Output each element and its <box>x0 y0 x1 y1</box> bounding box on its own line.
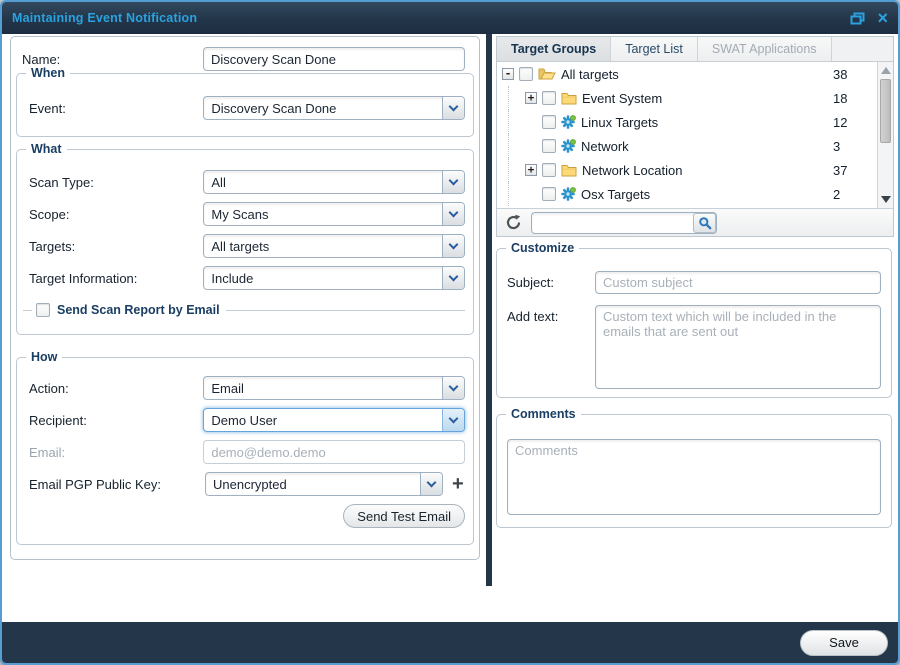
what-legend: What <box>26 142 67 156</box>
subject-label: Subject: <box>507 271 595 294</box>
recipient-label: Recipient: <box>29 413 203 428</box>
comments-legend: Comments <box>506 407 581 421</box>
when-fieldset: When Event: Discovery Scan Done <box>16 73 474 137</box>
folder-open-icon <box>538 67 556 81</box>
gear-icon <box>561 139 576 154</box>
expand-icon[interactable]: + <box>525 164 537 176</box>
how-fieldset: How Action: Email Recipient: Demo User <box>16 357 474 545</box>
targets-label: Targets: <box>29 239 203 254</box>
scroll-up-icon[interactable] <box>881 67 891 74</box>
customize-legend: Customize <box>506 241 579 255</box>
chevron-down-icon <box>442 377 464 399</box>
dialog-window: Maintaining Event Notification × Name: W… <box>0 0 900 665</box>
send-test-email-button[interactable]: Send Test Email <box>343 504 465 528</box>
chevron-down-icon <box>442 97 464 119</box>
tree-scrollbar[interactable] <box>877 62 893 208</box>
tree-item-linux-targets[interactable]: Linux Targets 12 <box>497 110 893 134</box>
tree-checkbox[interactable] <box>542 115 556 129</box>
expand-icon[interactable]: + <box>525 92 537 104</box>
tree-checkbox[interactable] <box>542 139 556 153</box>
send-report-row: Send Scan Report by Email <box>23 300 465 320</box>
tab-swat-applications: SWAT Applications <box>698 37 832 61</box>
tab-target-groups[interactable]: Target Groups <box>497 37 611 61</box>
send-report-checkbox[interactable] <box>36 303 50 317</box>
customize-fieldset: Customize Subject: Add text: <box>496 248 892 398</box>
add-pgp-key-button[interactable]: + <box>452 475 464 493</box>
tab-target-list[interactable]: Target List <box>611 37 698 61</box>
scan-type-select[interactable]: All <box>203 170 465 194</box>
tree-item-all-targets[interactable]: - All targets 38 <box>497 62 893 86</box>
right-panel: Target Groups Target List SWAT Applicati… <box>496 36 894 622</box>
chevron-down-icon <box>442 203 464 225</box>
folder-icon <box>561 92 577 105</box>
left-form-panel: Name: When Event: Discovery Scan Done Wh… <box>10 36 480 560</box>
scrollbar-thumb[interactable] <box>880 79 891 143</box>
email-label: Email: <box>29 445 203 460</box>
chevron-down-icon <box>420 473 442 495</box>
dialog-body: Name: When Event: Discovery Scan Done Wh… <box>2 34 898 622</box>
chevron-down-icon <box>442 267 464 289</box>
target-tabs: Target Groups Target List SWAT Applicati… <box>497 37 893 62</box>
tree-checkbox[interactable] <box>542 163 556 177</box>
restore-icon[interactable] <box>850 12 865 25</box>
comments-fieldset: Comments <box>496 414 892 528</box>
how-legend: How <box>26 350 62 364</box>
target-information-label: Target Information: <box>29 271 203 286</box>
recipient-select[interactable]: Demo User <box>203 408 465 432</box>
gear-icon <box>561 187 576 202</box>
tree-item-osx-targets[interactable]: Osx Targets 2 <box>497 182 893 206</box>
event-select[interactable]: Discovery Scan Done <box>203 96 465 120</box>
folder-icon <box>561 164 577 177</box>
save-button[interactable]: Save <box>800 630 888 656</box>
target-information-select[interactable]: Include <box>203 266 465 290</box>
tree-item-event-system[interactable]: + Event System 18 <box>497 86 893 110</box>
add-text-textarea[interactable] <box>595 305 881 389</box>
refresh-icon[interactable] <box>503 213 523 233</box>
search-icon[interactable] <box>693 213 716 233</box>
tree-item-network[interactable]: Network 3 <box>497 134 893 158</box>
comments-textarea[interactable] <box>507 439 881 515</box>
scope-label: Scope: <box>29 207 203 222</box>
pgp-key-select[interactable]: Unencrypted <box>205 472 443 496</box>
subject-input[interactable] <box>595 271 881 294</box>
chevron-down-icon <box>442 171 464 193</box>
dialog-title: Maintaining Event Notification <box>12 11 838 25</box>
title-bar: Maintaining Event Notification × <box>2 2 898 34</box>
search-input[interactable] <box>531 212 717 234</box>
target-groups-tree: - All targets 38 + <box>497 62 893 208</box>
action-select[interactable]: Email <box>203 376 465 400</box>
target-tab-panel: Target Groups Target List SWAT Applicati… <box>496 36 894 237</box>
pgp-key-label: Email PGP Public Key: <box>29 477 205 492</box>
panel-splitter[interactable] <box>486 34 492 586</box>
collapse-icon[interactable]: - <box>502 68 514 80</box>
scope-select[interactable]: My Scans <box>203 202 465 226</box>
chevron-down-icon <box>442 235 464 257</box>
action-label: Action: <box>29 381 203 396</box>
what-fieldset: What Scan Type: All Scope: My Scans <box>16 149 474 335</box>
email-input <box>203 440 465 464</box>
send-report-label: Send Scan Report by Email <box>57 303 226 317</box>
tree-checkbox[interactable] <box>519 67 533 81</box>
tree-search <box>531 212 717 234</box>
tree-checkbox[interactable] <box>542 187 556 201</box>
gear-icon <box>561 115 576 130</box>
targets-select[interactable]: All targets <box>203 234 465 258</box>
name-label: Name: <box>22 52 203 67</box>
tree-checkbox[interactable] <box>542 91 556 105</box>
tree-toolbar <box>497 208 893 236</box>
scan-type-label: Scan Type: <box>29 175 203 190</box>
scroll-down-icon[interactable] <box>881 196 891 203</box>
add-text-label: Add text: <box>507 305 595 389</box>
event-label: Event: <box>29 101 203 116</box>
tree-item-network-location[interactable]: + Network Location 37 <box>497 158 893 182</box>
name-input[interactable] <box>203 47 465 71</box>
footer-bar: Save <box>2 622 898 663</box>
when-legend: When <box>26 66 70 80</box>
close-icon[interactable]: × <box>877 11 888 25</box>
chevron-down-icon <box>442 409 464 431</box>
